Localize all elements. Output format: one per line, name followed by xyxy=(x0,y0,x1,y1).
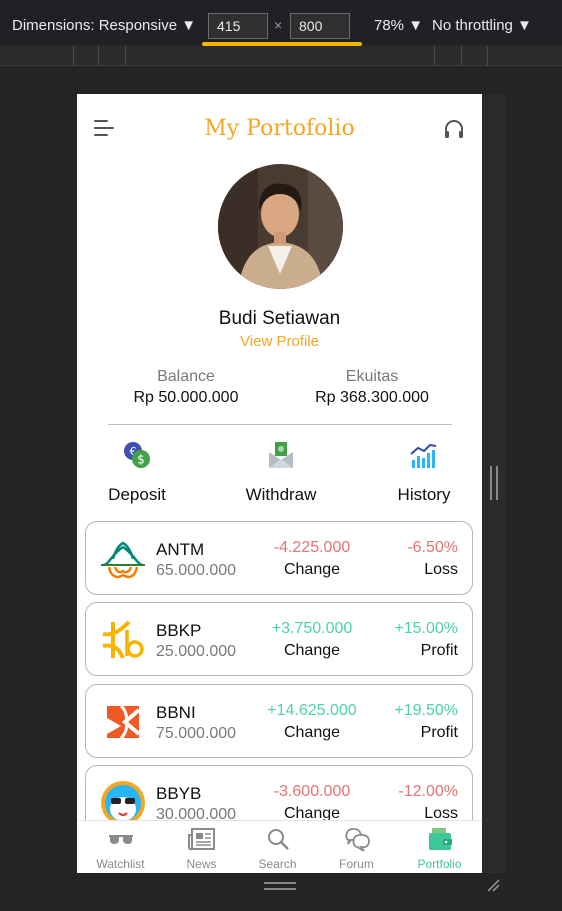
nav-watchlist-label: Watchlist xyxy=(96,857,145,871)
nav-watchlist[interactable]: Watchlist xyxy=(80,825,161,871)
bottom-nav: Watchlist News Search Forum Portfolio xyxy=(77,820,482,873)
balance-label: Balance xyxy=(157,368,215,385)
chat-bubbles-icon xyxy=(344,828,370,852)
stock-percent: -12.00% xyxy=(398,783,458,800)
dimension-separator: × xyxy=(274,17,283,33)
stock-status: Loss xyxy=(424,561,458,578)
holding-card-bbni[interactable]: BBNI 75.000.000 +14.625.000 Change +19.5… xyxy=(85,684,473,758)
bbkp-logo-icon xyxy=(102,620,144,659)
headset-icon[interactable] xyxy=(443,119,465,141)
user-name: Budi Setiawan xyxy=(218,308,341,329)
stock-percent: +19.50% xyxy=(394,702,458,719)
history-chart-icon xyxy=(410,443,437,468)
svg-text:$: $ xyxy=(137,453,145,467)
nav-forum-label: Forum xyxy=(339,857,374,871)
nav-news[interactable]: News xyxy=(161,825,242,871)
stock-code: ANTM xyxy=(156,540,205,559)
balance-value: Rp 50.000.000 xyxy=(133,389,239,406)
equity-label: Ekuitas xyxy=(345,368,399,385)
holding-card-antm[interactable]: ANTM 65.000.000 -4.225.000 Change -6.50%… xyxy=(85,521,473,595)
stock-change: -3.600.000 xyxy=(273,783,351,800)
withdraw-button[interactable]: Withdraw xyxy=(226,439,336,505)
nav-news-label: News xyxy=(186,857,217,871)
devtools-toolbar: Dimensions: Responsive ▼ × 78% ▼ No thro… xyxy=(0,0,562,46)
viewport-height-input[interactable] xyxy=(290,13,350,39)
resize-corner-icon[interactable] xyxy=(486,878,500,892)
withdraw-icon xyxy=(269,442,293,468)
sunglasses-icon xyxy=(108,835,133,844)
holding-card-bbkp[interactable]: BBKP 25.000.000 +3.750.000 Change +15.00… xyxy=(85,602,473,676)
avatar[interactable] xyxy=(218,164,343,289)
bbni-logo-icon xyxy=(107,704,141,740)
equity-stat: Ekuitas Rp 368.300.000 xyxy=(282,368,462,407)
wallet-icon xyxy=(428,828,452,850)
resize-handle-right[interactable] xyxy=(490,466,498,500)
stock-code: BBKP xyxy=(156,621,202,640)
nav-portfolio[interactable]: Portfolio xyxy=(399,825,480,871)
deposit-label: Deposit xyxy=(108,485,166,504)
withdraw-label: Withdraw xyxy=(245,485,317,504)
stock-change: +14.625.000 xyxy=(267,702,357,719)
change-label: Change xyxy=(283,561,341,578)
app-viewport: My Portofolio Budi Setiawan View Profile… xyxy=(77,94,482,873)
dimensions-dropdown[interactable]: Dimensions: Responsive ▼ xyxy=(12,17,196,34)
balance-stat: Balance Rp 50.000.000 xyxy=(96,368,276,407)
stock-quantity: 65.000.000 xyxy=(156,562,237,579)
history-label: History xyxy=(397,485,451,504)
history-button[interactable]: History xyxy=(369,439,479,505)
stock-change: -4.225.000 xyxy=(273,539,351,556)
divider xyxy=(108,424,452,425)
viewport-width-input[interactable] xyxy=(208,13,268,39)
stock-status: Profit xyxy=(420,642,458,659)
view-profile-link[interactable]: View Profile xyxy=(77,333,482,350)
nav-forum[interactable]: Forum xyxy=(316,825,397,871)
deposit-button[interactable]: € $ Deposit xyxy=(82,439,192,505)
stock-change: +3.750.000 xyxy=(271,620,353,637)
nav-search[interactable]: Search xyxy=(237,825,318,871)
equity-value: Rp 368.300.000 xyxy=(315,389,429,406)
nav-search-label: Search xyxy=(258,857,297,871)
stock-quantity: 75.000.000 xyxy=(156,725,237,742)
zoom-dropdown[interactable]: 78% ▼ xyxy=(374,17,423,34)
deposit-icon: € $ xyxy=(124,442,150,468)
resize-handle-bottom[interactable] xyxy=(264,882,296,890)
stock-percent: +15.00% xyxy=(394,620,458,637)
page-title: My Portofolio xyxy=(204,116,355,141)
nav-portfolio-label: Portfolio xyxy=(417,857,462,871)
stock-quantity: 25.000.000 xyxy=(156,643,237,660)
stock-status: Profit xyxy=(420,724,458,741)
media-query-ruler xyxy=(0,46,562,66)
antm-logo-icon xyxy=(101,541,145,579)
newspaper-icon xyxy=(187,828,215,851)
stock-code: BBNI xyxy=(156,703,196,722)
stock-code: BBYB xyxy=(156,784,202,803)
change-label: Change xyxy=(283,724,341,741)
change-label: Change xyxy=(283,642,341,659)
throttling-dropdown[interactable]: No throttling ▼ xyxy=(432,17,532,34)
stock-percent: -6.50% xyxy=(407,539,458,556)
search-icon xyxy=(267,829,289,850)
